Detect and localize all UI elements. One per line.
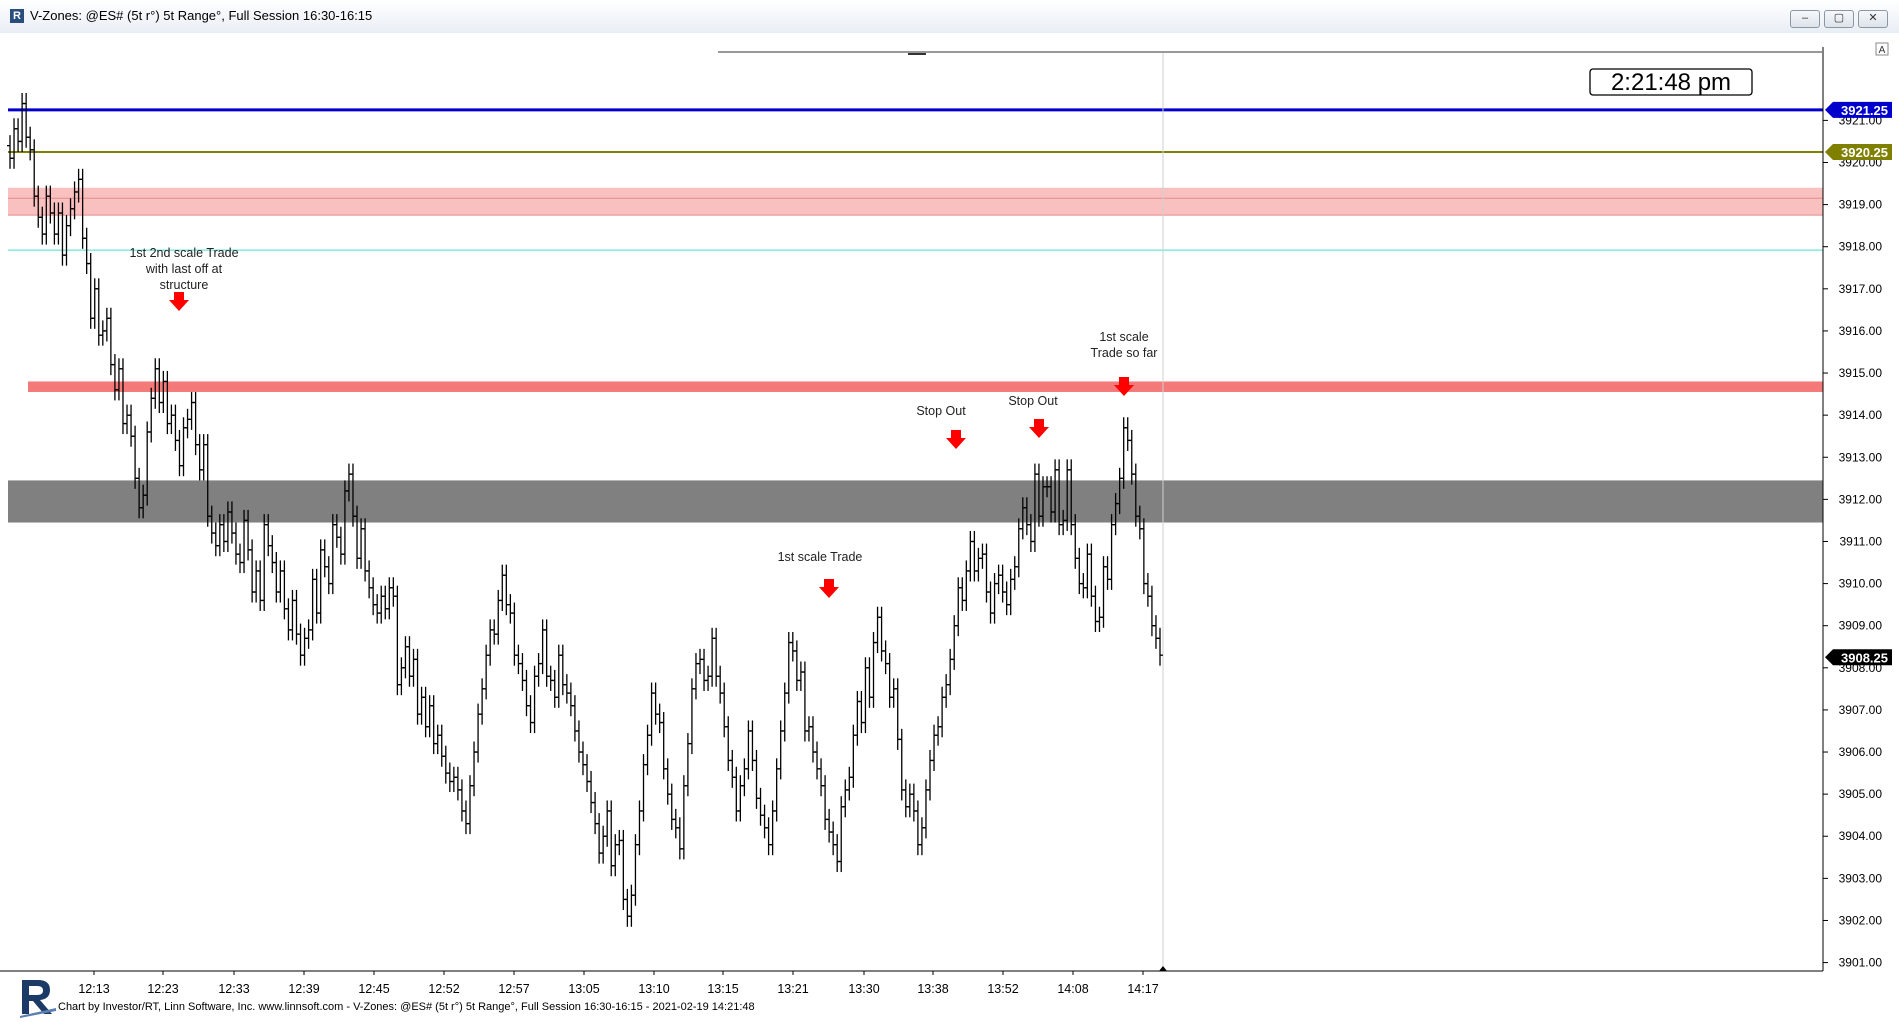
x-axis-panel — [0, 971, 1899, 998]
y-tick-label: 3902.00 — [1839, 913, 1883, 927]
chart-credit: Chart by Investor/RT, Linn Software, Inc… — [58, 1001, 755, 1013]
maximize-button[interactable]: ▢ — [1824, 10, 1854, 28]
x-tick-label: 14:17 — [1127, 982, 1158, 996]
price-badge-label: 3921.25 — [1841, 103, 1888, 118]
annotation-label: Stop Out — [1008, 394, 1058, 408]
zone-band — [28, 381, 1823, 392]
annotation-label: Trade so far — [1091, 346, 1158, 360]
x-tick-label: 13:05 — [568, 982, 599, 996]
y-tick-label: 3913.00 — [1839, 450, 1883, 464]
clock-text: 2:21:48 pm — [1611, 69, 1731, 96]
x-tick-label: 12:13 — [78, 982, 109, 996]
minimize-button[interactable]: – — [1790, 10, 1820, 28]
close-button[interactable]: ✕ — [1858, 10, 1888, 28]
y-tick-label: 3918.00 — [1839, 240, 1883, 254]
y-tick-label: 3915.00 — [1839, 366, 1883, 380]
y-tick-label: 3906.00 — [1839, 745, 1883, 759]
price-chart[interactable]: 1st 2nd scale Trade with last off at struc… — [0, 33, 1899, 998]
x-tick-label: 13:30 — [848, 982, 879, 996]
x-tick-label: 12:57 — [498, 982, 529, 996]
y-tick-label: 3910.00 — [1839, 577, 1883, 591]
linn-software-logo — [18, 974, 58, 1018]
auto-scale-label: A — [1879, 45, 1886, 56]
y-tick-label: 3912.00 — [1839, 492, 1883, 506]
x-tick-label: 12:52 — [428, 982, 459, 996]
y-tick-label: 3907.00 — [1839, 703, 1883, 717]
price-badge-label: 3908.25 — [1841, 650, 1888, 665]
y-tick-label: 3917.00 — [1839, 282, 1883, 296]
y-tick-label: 3919.00 — [1839, 198, 1883, 212]
x-tick-label: 12:39 — [288, 982, 319, 996]
x-tick-label: 12:33 — [218, 982, 249, 996]
annotation-label: Stop Out — [916, 404, 966, 418]
zone-band — [8, 187, 1823, 216]
y-tick-label: 3916.00 — [1839, 324, 1883, 338]
annotation-label: 1st scale — [1099, 330, 1148, 344]
investor-rt-app-icon: R — [10, 9, 24, 23]
y-tick-label: 3911.00 — [1840, 534, 1883, 548]
y-tick-label: 3904.00 — [1839, 829, 1883, 843]
y-tick-label: 3909.00 — [1839, 619, 1883, 633]
x-tick-label: 13:10 — [638, 982, 669, 996]
annotation-label: 1st 2nd scale Trade — [129, 246, 238, 260]
x-tick-label: 12:23 — [147, 982, 178, 996]
y-tick-label: 3901.00 — [1839, 956, 1883, 970]
chart-area[interactable]: 1st 2nd scale Trade with last off at struc… — [0, 33, 1899, 1022]
annotation-label: 1st scale Trade — [778, 550, 863, 564]
y-tick-label: 3903.00 — [1839, 871, 1883, 885]
price-badge-label: 3920.25 — [1841, 145, 1888, 160]
zone-band — [8, 480, 1823, 523]
annotation-label: with last off at — [145, 262, 223, 276]
y-tick-label: 3914.00 — [1839, 408, 1883, 422]
x-tick-label: 13:15 — [707, 982, 738, 996]
x-tick-label: 13:21 — [777, 982, 808, 996]
window-titlebar: R V-Zones: @ES# (5t r°) 5t Range°, Full … — [0, 0, 1899, 34]
x-tick-label: 13:38 — [917, 982, 948, 996]
annotation-label: structure — [160, 278, 209, 292]
x-tick-label: 13:52 — [987, 982, 1018, 996]
y-tick-label: 3905.00 — [1839, 787, 1883, 801]
chart-footer: Chart by Investor/RT, Linn Software, Inc… — [0, 974, 1899, 1022]
window-title: V-Zones: @ES# (5t r°) 5t Range°, Full Se… — [30, 8, 373, 23]
x-tick-label: 14:08 — [1057, 982, 1088, 996]
x-tick-label: 12:45 — [358, 982, 389, 996]
